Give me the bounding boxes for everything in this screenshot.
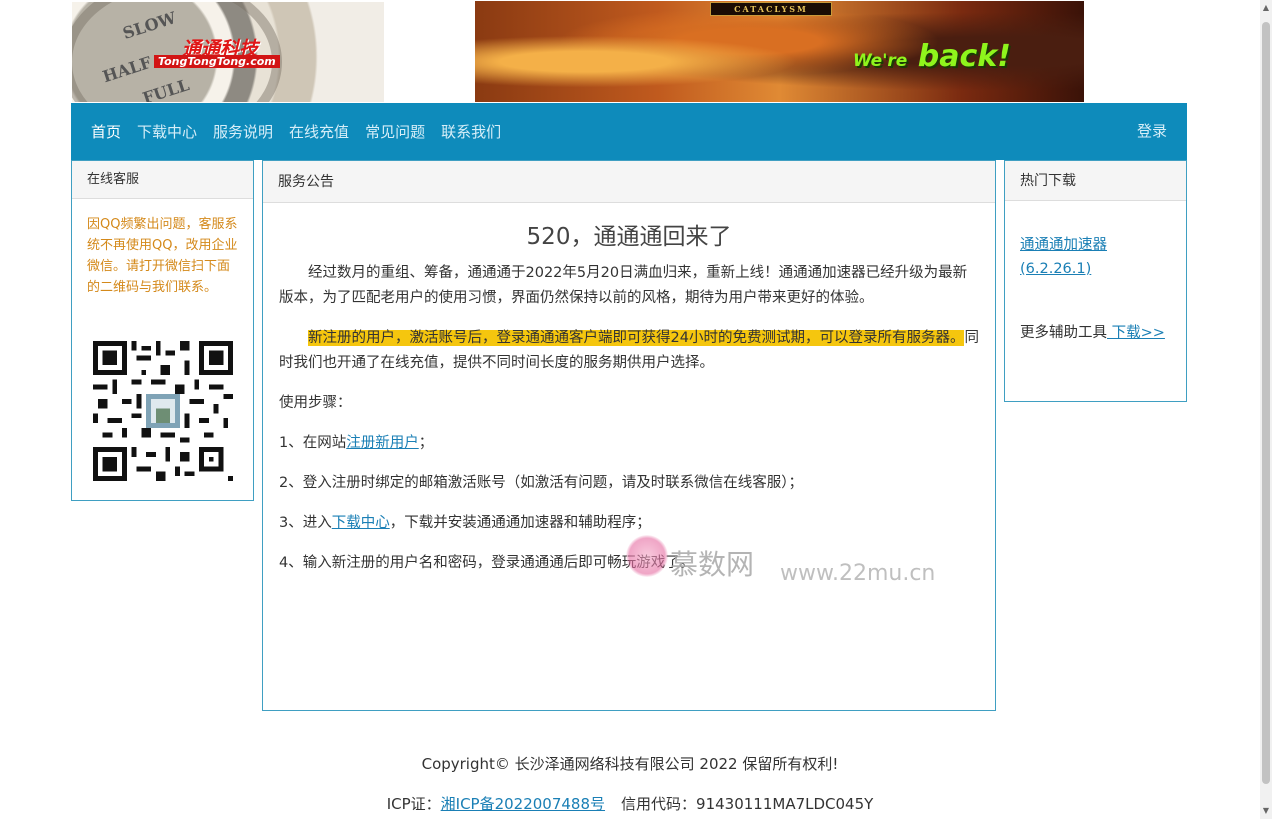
- footer-icp: ICP证：湘ICP备2022007488号 信用代码：91430111MA7LDC…: [386, 795, 874, 813]
- download-item: 通通通加速器(6.2.26.1): [1005, 233, 1186, 281]
- step-item: 1、在网站注册新用户；: [279, 435, 434, 451]
- panel-title: 服务公告: [263, 161, 995, 203]
- steps-label: 使用步骤：: [279, 395, 352, 411]
- download-center-link[interactable]: 下载中心: [332, 515, 390, 531]
- game-banner-image: CATACLYSM We're back!: [475, 1, 1084, 102]
- nav-item-home[interactable]: 首页: [91, 121, 121, 142]
- page-scrollbar[interactable]: ▲ ▼: [1260, 0, 1272, 819]
- step-item: 3、进入下载中心，下载并安装通通通加速器和辅助程序；: [279, 515, 651, 531]
- step-item: 4、输入新注册的用户名和密码，登录通通通后即可畅玩游戏了。: [279, 555, 695, 571]
- more-tools-item: 更多辅助工具 下载>>: [1020, 325, 1165, 341]
- site-logo-banner: SLOW HALF FULL 通通科技 TongTongTong.com: [72, 2, 384, 102]
- logo-text-en: TongTongTong.com: [154, 55, 280, 68]
- hot-downloads-panel: 热门下载 通通通加速器(6.2.26.1) 更多辅助工具 下载>>: [1004, 160, 1187, 402]
- service-announcement-panel: 服务公告 520，通通通回来了 经过数月的重组、筹备，通通通于2022年5月20…: [262, 160, 996, 711]
- announcement-paragraph: 经过数月的重组、筹备，通通通于2022年5月20日满血归来，重新上线！通通通加速…: [279, 265, 968, 306]
- panel-title: 热门下载: [1005, 161, 1186, 201]
- service-notice: 因QQ频繁出问题，客服系统不再使用QQ，改用企业微信。请打开微信扫下面的二维码与…: [87, 217, 238, 295]
- announcement-headline: 520，通通通回来了: [526, 224, 732, 250]
- accelerator-download-link[interactable]: 通通通加速器(6.2.26.1): [1020, 237, 1107, 277]
- more-tools-download-link[interactable]: 下载>>: [1107, 325, 1165, 341]
- announcement-body: 经过数月的重组、筹备，通通通于2022年5月20日满血归来，重新上线！通通通加速…: [263, 261, 995, 576]
- scroll-up-icon[interactable]: ▲: [1260, 2, 1272, 14]
- game-slogan: We're back!: [853, 39, 1011, 74]
- game-badge: CATACLYSM: [710, 2, 832, 16]
- scrollbar-thumb[interactable]: [1262, 22, 1270, 784]
- announcement-paragraph: 新注册的用户，激活账号后，登录通通通客户端即可获得24小时的免费测试期，可以登录…: [279, 330, 979, 371]
- nav-menu: 首页 下载中心 服务说明 在线充值 常见问题 联系我们: [71, 103, 1187, 160]
- nav-item-download-center[interactable]: 下载中心: [137, 121, 197, 142]
- register-link[interactable]: 注册新用户: [346, 435, 419, 451]
- highlighted-text: 新注册的用户，激活账号后，登录通通通客户端即可获得24小时的免费测试期，可以登录…: [308, 330, 965, 346]
- icp-link[interactable]: 湘ICP备2022007488号: [441, 795, 605, 813]
- nav-item-contact[interactable]: 联系我们: [441, 121, 501, 142]
- customer-service-panel: 在线客服 因QQ频繁出问题，客服系统不再使用QQ，改用企业微信。请打开微信扫下面…: [71, 160, 254, 501]
- panel-title: 在线客服: [72, 161, 253, 199]
- credit-code: 信用代码：91430111MA7LDC045Y: [621, 795, 874, 813]
- login-link[interactable]: 登录: [1137, 103, 1167, 160]
- nav-item-faq[interactable]: 常见问题: [365, 121, 425, 142]
- nav-item-online-recharge[interactable]: 在线充值: [289, 121, 349, 142]
- step-item: 2、登入注册时绑定的邮箱激活账号（如激活有问题，请及时联系微信在线客服）；: [279, 475, 803, 491]
- main-navbar: 首页 下载中心 服务说明 在线充值 常见问题 联系我们 登录: [71, 103, 1187, 160]
- footer-copyright: Copyright© 长沙泽通网络科技有限公司 2022 保留所有权利!: [421, 755, 839, 773]
- nav-item-service-info[interactable]: 服务说明: [213, 121, 273, 142]
- scroll-down-icon[interactable]: ▼: [1260, 805, 1272, 817]
- wechat-qr-code-icon: [93, 341, 233, 481]
